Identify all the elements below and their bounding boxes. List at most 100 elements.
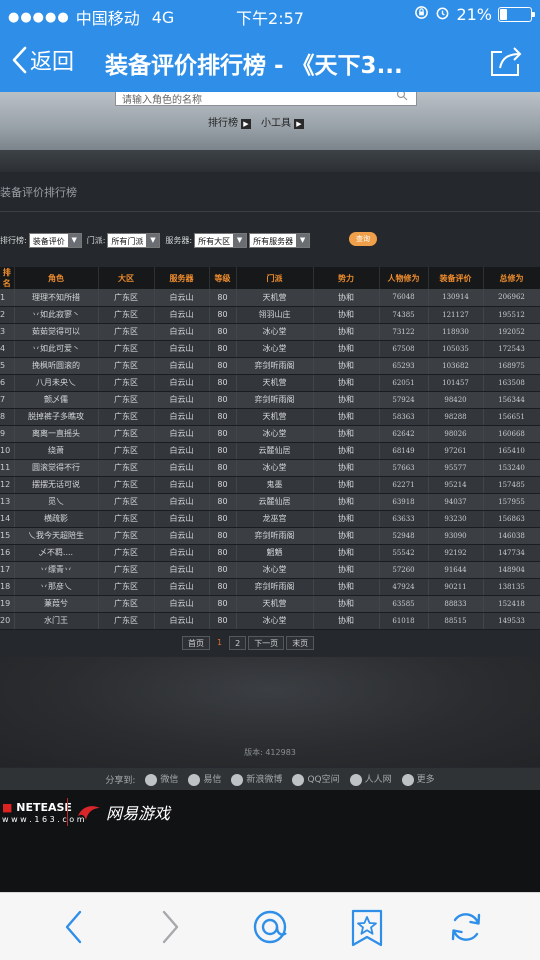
table-header-col-equip-score: 装备评价 [428,267,484,289]
table-cell-col-role: 圆滚觉得不行 [14,459,99,477]
table-row[interactable]: 14 横疏影 广东区 白云山 80 龙巫宫 协和 63633 93230 156863 [0,510,540,528]
table-cell-col-equip-score: 93090 [428,527,484,545]
table-cell-col-level: 80 [209,323,237,341]
table-cell-col-server: 白云山 [154,544,210,562]
share-qzone[interactable]: QQ空间 [292,772,340,786]
table-row[interactable]: 7 颤乄儒 广东区 白云山 80 弈剑听雨阁 协和 57924 98420 156344 [0,391,540,409]
table-cell-col-equip-score: 95577 [428,459,484,477]
server-select[interactable]: 所有服务器 ▼ [249,232,311,248]
table-cell-col-level: 80 [209,544,237,562]
battery-percent: 21% [456,5,492,24]
table-cell-col-school: 魍魉 [236,544,314,562]
table-cell-col-equip-score: 105035 [428,340,484,358]
table-row[interactable]: 15 乀我今天超陪生 广东区 白云山 80 弈剑听雨阁 协和 52948 93090 146038 [0,527,540,545]
table-cell-col-faction: 协和 [313,493,380,511]
table-cell-col-level: 80 [209,442,237,460]
table-cell-col-rank: 14 [0,510,15,528]
table-cell-col-total: 163508 [483,374,540,392]
page-next[interactable]: 下一页 [248,636,285,650]
table-cell-col-rank: 13 [0,493,15,511]
table-row[interactable]: 4 丷如此可爱丶 广东区 白云山 80 冰心堂 协和 67508 105035 172543 [0,340,540,358]
table-row[interactable]: 17 丷缥青丷 广东区 白云山 80 冰心堂 协和 57260 91644 148904 [0,561,540,579]
table-row[interactable]: 10 绕萧 广东区 白云山 80 云麓仙居 协和 68149 97261 165410 [0,442,540,460]
table-cell-col-rank: 5 [0,357,15,375]
region-select[interactable]: 所有大区 ▼ [194,232,248,248]
table-cell-col-school: 弈剑听雨阁 [236,527,314,545]
table-header-col-faction: 势力 [313,267,380,289]
table-cell-col-rank: 19 [0,595,15,613]
table-cell-col-rank: 2 [0,306,15,324]
search-input[interactable]: 请输入角色的名称 [115,92,417,106]
table-cell-col-level: 80 [209,289,237,307]
table-cell-col-server: 白云山 [154,510,210,528]
dropdown-arrow-icon: ▼ [296,233,310,247]
table-cell-col-cultivation: 68149 [379,442,429,460]
share-wechat[interactable]: 微信 [145,772,178,786]
table-cell-col-server: 白云山 [154,527,210,545]
page-first[interactable]: 首页 [182,636,210,650]
table-cell-col-cultivation: 67508 [379,340,429,358]
school-select[interactable]: 所有门派 ▼ [107,232,161,248]
share-yixin[interactable]: 易信 [188,772,221,786]
share-bar: 分享到: 微信 易信 新浪微博 QQ空间 人人网 更多 [0,768,540,790]
table-row[interactable]: 13 觅乀 广东区 白云山 80 云麓仙居 协和 63918 94037 157955 [0,493,540,511]
query-button[interactable]: 查询 [349,232,377,246]
refresh-button[interactable] [448,909,484,949]
page-title: 装备评价排行榜 - 《天下3... [105,53,403,79]
table-cell-col-school: 冰心堂 [236,561,314,579]
table-cell-col-cultivation: 62051 [379,374,429,392]
table-cell-col-rank: 12 [0,476,15,494]
table-row[interactable]: 18 丷那彦乀 广东区 白云山 80 弈剑听雨阁 协和 47924 90211 138135 [0,578,540,596]
table-row[interactable]: 8 脱掉裤子多瞧攻 广东区 白云山 80 天机营 协和 58363 98288 156651 [0,408,540,426]
table-row[interactable]: 3 茹茹觉得可以 广东区 白云山 80 冰心堂 协和 73122 118930 192052 [0,323,540,341]
table-cell-col-role: 挽枫听圆滚的 [14,357,99,375]
table-row[interactable]: 19 蒹葭兮 广东区 白云山 80 天机营 协和 63585 88833 152418 [0,595,540,613]
table-cell-col-total: 138135 [483,578,540,596]
table-cell-col-equip-score: 94037 [428,493,484,511]
page-last[interactable]: 末页 [286,636,315,650]
table-row[interactable]: 11 圆滚觉得不行 广东区 白云山 80 冰心堂 协和 57663 95577 153240 [0,459,540,477]
table-cell-col-school: 弈剑听雨阁 [236,391,314,409]
table-row[interactable]: 16 乄不羁.... 广东区 白云山 80 魍魉 协和 55542 92192 147734 [0,544,540,562]
back-button[interactable]: 返回 [10,44,74,76]
table-cell-col-school: 弈剑听雨阁 [236,578,314,596]
table-cell-col-school: 天机营 [236,408,314,426]
table-row[interactable]: 5 挽枫听圆滚的 广东区 白云山 80 弈剑听雨阁 协和 65293 103682 168975 [0,357,540,375]
table-cell-col-region: 广东区 [98,323,155,341]
page-1[interactable]: 1 [212,636,227,650]
table-cell-col-server: 白云山 [154,323,210,341]
table-cell-col-equip-score: 103682 [428,357,484,375]
table-row[interactable]: 9 离离一直摇头 广东区 白云山 80 冰心堂 协和 62642 98026 160668 [0,425,540,443]
search-icon[interactable] [396,92,408,104]
table-row[interactable]: 20 水门王 广东区 白云山 80 冰心堂 协和 61018 88515 149533 [0,612,540,630]
share-weibo[interactable]: 新浪微博 [231,772,282,786]
link-leaderboard[interactable]: 排行榜 ▶ [208,114,251,129]
home-button[interactable] [250,909,290,949]
table-cell-col-level: 80 [209,561,237,579]
table-cell-col-faction: 协和 [313,306,380,324]
table-cell-col-faction: 协和 [313,408,380,426]
link-tools[interactable]: 小工具 ▶ [261,114,304,129]
page-2[interactable]: 2 [229,636,247,650]
netease-games-logo[interactable]: 网易游戏 [76,800,170,824]
share-button[interactable] [488,44,524,82]
rank-select[interactable]: 装备评价 ▼ [28,232,82,248]
table-row[interactable]: 6 八月未央乀 广东区 白云山 80 天机营 协和 62051 101457 163508 [0,374,540,392]
table-cell-col-faction: 协和 [313,357,380,375]
share-more[interactable]: 更多 [401,772,435,786]
netease-logo[interactable]: ■ NETEASE w w w . 1 6 3 . c o m [2,802,85,826]
table-cell-col-total: 146038 [483,527,540,545]
logo-divider [67,798,68,826]
browser-back-button[interactable] [62,909,84,949]
share-renren[interactable]: 人人网 [349,772,392,786]
table-row[interactable]: 12 摆摆无话可说 广东区 白云山 80 鬼墨 协和 62271 95214 157485 [0,476,540,494]
browser-forward-button[interactable] [160,909,182,949]
table-row[interactable]: 1 理理不知所措 广东区 白云山 80 天机营 协和 76048 130914 206962 [0,289,540,307]
table-cell-col-faction: 协和 [313,578,380,596]
table-cell-col-equip-score: 97261 [428,442,484,460]
table-cell-col-level: 80 [209,306,237,324]
table-cell-col-role: 颤乄儒 [14,391,99,409]
table-row[interactable]: 2 丷如此寂寥丶 广东区 白云山 80 翎羽山庄 协和 74385 121127 195512 [0,306,540,324]
bookmark-button[interactable] [350,909,384,951]
table-cell-col-level: 80 [209,476,237,494]
